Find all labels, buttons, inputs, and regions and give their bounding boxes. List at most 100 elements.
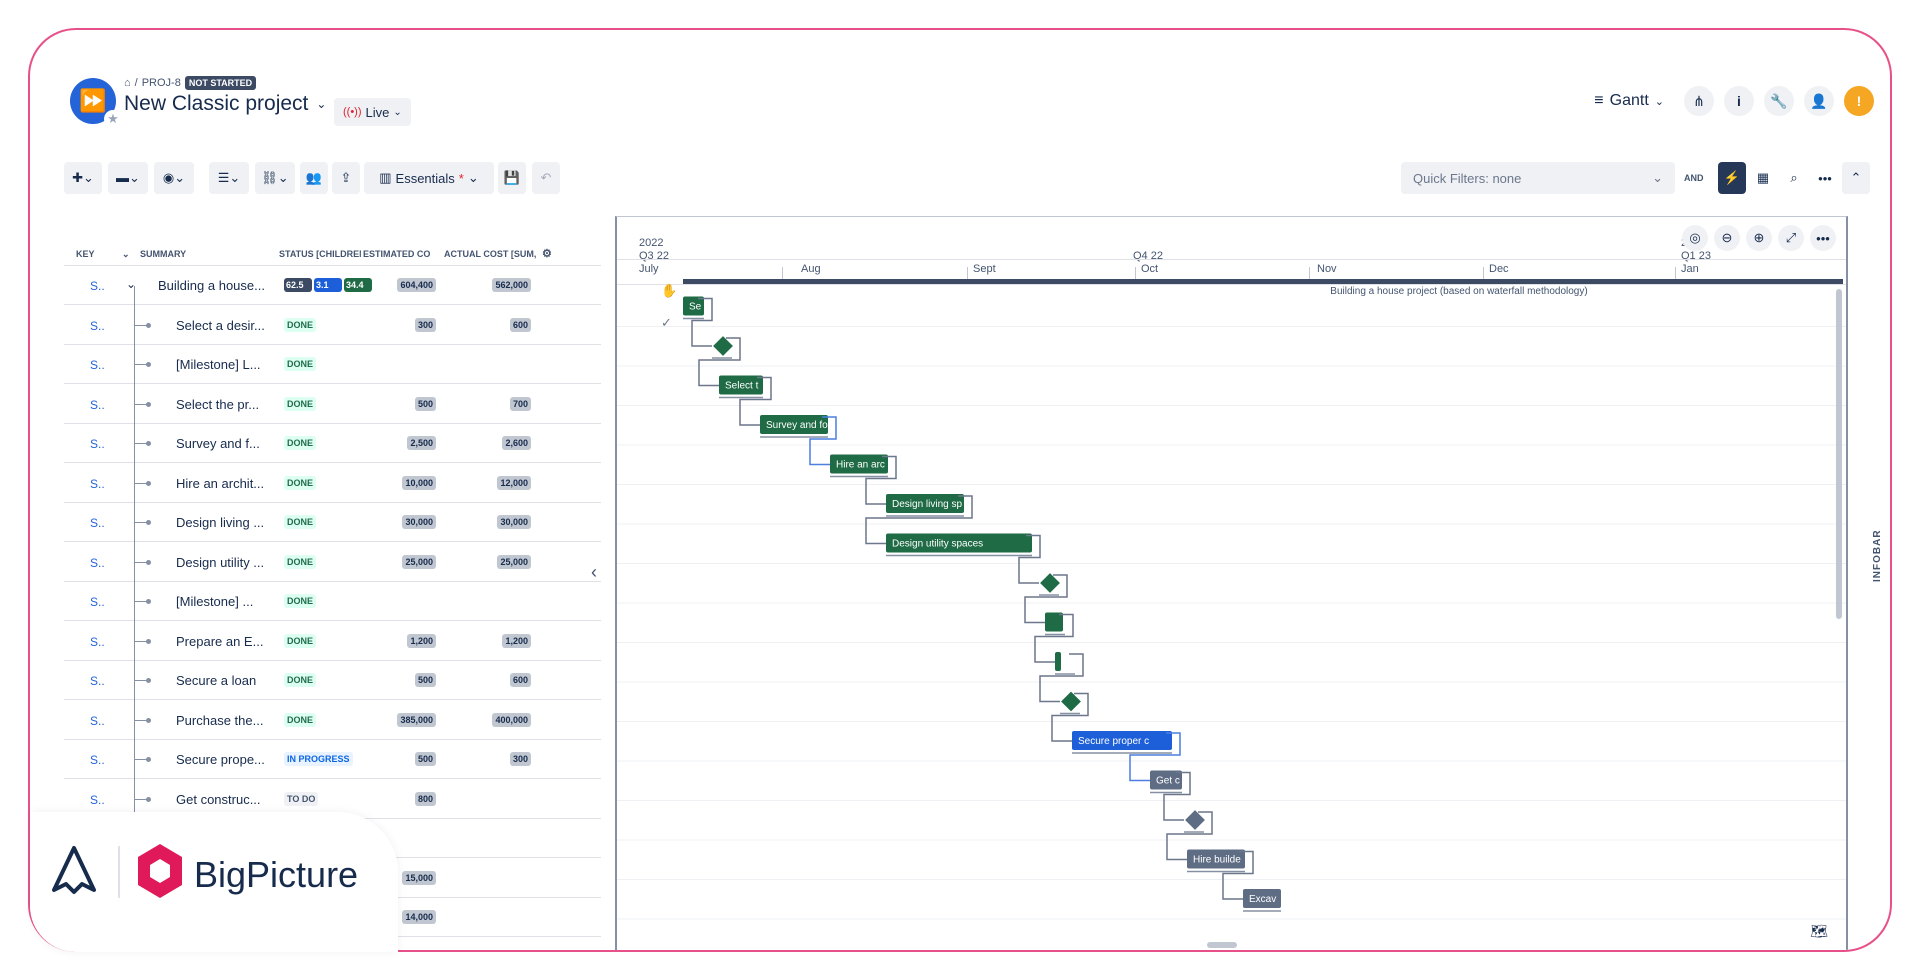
- issue-key[interactable]: S..: [90, 674, 105, 688]
- col-summary[interactable]: SUMMARY: [140, 249, 186, 259]
- issue-key[interactable]: S..: [90, 753, 105, 767]
- status-badge[interactable]: DONE: [284, 357, 317, 371]
- table-row[interactable]: 15,000: [64, 859, 601, 898]
- summary-text[interactable]: Secure a loan: [176, 673, 266, 688]
- tree-node: [146, 480, 151, 486]
- home-icon[interactable]: ⌂: [124, 77, 131, 89]
- issue-key[interactable]: S..: [90, 516, 105, 530]
- status-badge[interactable]: DONE: [284, 515, 317, 529]
- issue-key[interactable]: S..: [90, 556, 105, 570]
- and-toggle[interactable]: AND: [1684, 162, 1704, 194]
- actual-cost: 1,200: [502, 633, 531, 648]
- star-icon[interactable]: ★: [104, 110, 122, 128]
- user-icon[interactable]: 👤: [1804, 86, 1834, 116]
- status-badge[interactable]: DONE: [284, 317, 317, 332]
- issue-key[interactable]: S..: [90, 358, 105, 372]
- collapse-up-icon[interactable]: ⌃: [1842, 162, 1870, 194]
- status-badge[interactable]: DONE: [284, 554, 317, 569]
- summary-text[interactable]: [Milestone] L...: [176, 357, 266, 372]
- table-row[interactable]: S.. ⌄ Building a house... 62.5 3.1 34.4 604,40…: [64, 266, 601, 305]
- summary-text[interactable]: Purchase the...: [176, 713, 266, 728]
- summary-text[interactable]: Design living ...: [176, 515, 266, 530]
- issue-key[interactable]: S..: [90, 437, 105, 451]
- live-label: Live: [365, 104, 390, 120]
- folder-button[interactable]: ▬⌄: [108, 162, 148, 194]
- share-icon[interactable]: ⋔: [1684, 86, 1714, 116]
- more-icon[interactable]: •••: [1811, 162, 1839, 194]
- issue-key[interactable]: S..: [90, 319, 105, 333]
- estimated-cost: 14,000: [402, 910, 436, 924]
- actual-cost: 600: [509, 673, 531, 687]
- infobar-tab[interactable]: INFOBAR: [1872, 529, 1883, 582]
- summary-text[interactable]: Survey and f...: [176, 436, 266, 451]
- export-icon[interactable]: ⇪: [332, 162, 360, 194]
- summary-text[interactable]: Select the pr...: [176, 397, 266, 412]
- lightning-icon[interactable]: ⚡: [1718, 162, 1746, 194]
- estimated-cost: 30,000: [402, 515, 436, 529]
- team-icon[interactable]: 👥: [300, 162, 328, 194]
- status-badge[interactable]: DONE: [284, 475, 317, 490]
- page-title[interactable]: New Classic project ⌄: [124, 92, 326, 116]
- col-status[interactable]: STATUS [CHILDREN S: [279, 249, 361, 259]
- table-row[interactable]: 14,000: [64, 898, 601, 937]
- issue-grid: KEY ⌄ SUMMARY STATUS [CHILDREN S ESTIMAT…: [64, 240, 601, 950]
- issue-key[interactable]: S..: [90, 398, 105, 412]
- table-row[interactable]: [64, 819, 601, 858]
- status-badge[interactable]: TO DO: [284, 791, 319, 806]
- col-key[interactable]: KEY: [76, 249, 95, 259]
- columns-button[interactable]: ☰⌄: [209, 162, 249, 194]
- issue-key[interactable]: S..: [90, 714, 105, 728]
- col-estimated[interactable]: ESTIMATED CO: [363, 249, 433, 259]
- search-icon[interactable]: ⌕: [1780, 162, 1808, 194]
- breadcrumb-project-key[interactable]: PROJ-8: [142, 77, 181, 89]
- summary-text[interactable]: [Milestone] ...: [176, 594, 266, 609]
- summary-text[interactable]: Prepare an E...: [176, 634, 266, 649]
- estimated-cost: 2,500: [407, 436, 436, 450]
- add-button[interactable]: ✚⌄: [64, 162, 102, 194]
- info-icon[interactable]: i: [1724, 86, 1754, 116]
- vertical-scrollbar[interactable]: [1836, 289, 1842, 619]
- status-badge[interactable]: DONE: [284, 594, 317, 608]
- col-actual[interactable]: ACTUAL COST [SUM, ’: [444, 249, 539, 259]
- status-badge[interactable]: DONE: [284, 396, 317, 411]
- issue-key[interactable]: S..: [90, 279, 105, 293]
- essentials-dropdown[interactable]: ▥ Essentials * ⌄: [364, 162, 494, 194]
- status-badge[interactable]: NOT STARTED: [184, 76, 257, 90]
- status-badge[interactable]: IN PROGRESS: [284, 752, 353, 766]
- summary-text[interactable]: Design utility ...: [176, 555, 266, 570]
- gear-icon[interactable]: ⚙: [542, 247, 552, 260]
- wrench-icon[interactable]: 🔧: [1764, 86, 1794, 116]
- map-icon[interactable]: 🗺: [1810, 923, 1828, 940]
- status-badge[interactable]: DONE: [284, 633, 317, 648]
- estimated-cost: 500: [414, 673, 436, 687]
- chevron-down-icon: ⌄: [393, 106, 402, 118]
- live-button[interactable]: ((•)) Live ⌄: [334, 98, 411, 126]
- issue-key[interactable]: S..: [90, 595, 105, 609]
- gantt-bar-label: Design living sp: [892, 499, 962, 510]
- chevron-down-icon: ⌄: [467, 170, 479, 185]
- status-badge[interactable]: DONE: [284, 436, 317, 450]
- view-selector[interactable]: ≡ Gantt ⌄: [1584, 92, 1674, 110]
- summary-text[interactable]: Secure prope...: [176, 752, 266, 767]
- horizontal-scrollbar[interactable]: [1207, 942, 1237, 948]
- quick-filters-select[interactable]: Quick Filters: none ⌄: [1401, 162, 1675, 194]
- save-icon[interactable]: 💾: [498, 162, 526, 194]
- link-button[interactable]: ⛓⌄: [255, 162, 295, 194]
- undo-icon[interactable]: ↶: [532, 162, 560, 194]
- issue-key[interactable]: S..: [90, 477, 105, 491]
- issue-key[interactable]: S..: [90, 793, 105, 807]
- summary-text[interactable]: Hire an archit...: [176, 476, 266, 491]
- estimated-cost: 10,000: [402, 475, 436, 490]
- warning-icon[interactable]: !: [1844, 86, 1874, 116]
- summary-text[interactable]: Building a house...: [158, 278, 270, 293]
- view-options-button[interactable]: ◉⌄: [154, 162, 194, 194]
- chevron-down-icon[interactable]: ⌄: [122, 249, 130, 260]
- calendar-icon[interactable]: ▦: [1749, 162, 1777, 194]
- issue-key[interactable]: S..: [90, 635, 105, 649]
- status-badge[interactable]: DONE: [284, 712, 317, 727]
- status-badge[interactable]: DONE: [284, 673, 317, 687]
- summary-text[interactable]: Select a desir...: [176, 318, 266, 333]
- summary-text[interactable]: Get construc...: [176, 792, 266, 807]
- menu-icon: ≡: [1594, 92, 1604, 109]
- collapse-panel-icon[interactable]: ‹: [591, 562, 597, 583]
